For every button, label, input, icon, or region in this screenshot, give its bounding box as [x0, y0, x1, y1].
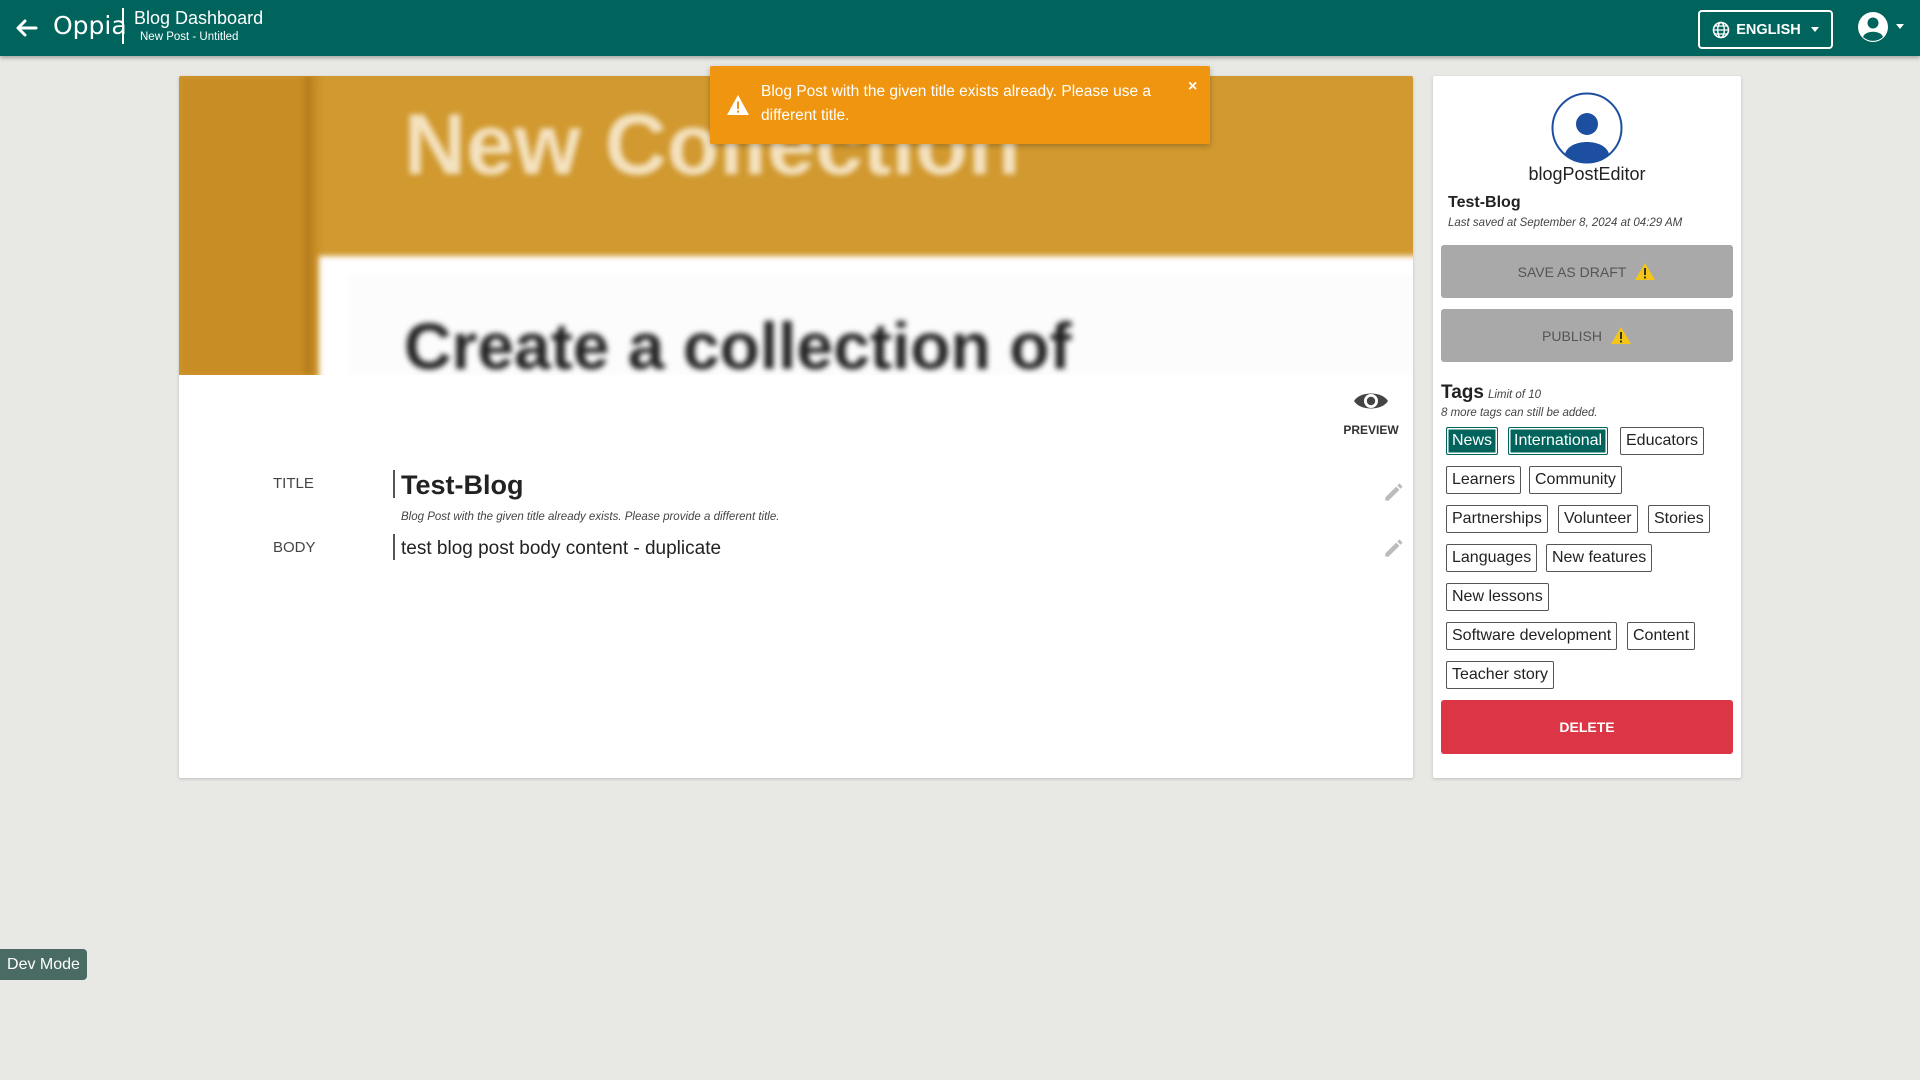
warning-icon: [727, 95, 749, 115]
warning-toast: Blog Post with the given title exists al…: [710, 66, 1210, 144]
blog-editor-card: New Collection Create a collection of PR…: [179, 76, 1413, 778]
preview-label: PREVIEW: [1343, 423, 1399, 437]
user-avatar-icon: [1858, 12, 1888, 42]
tag-chip[interactable]: International: [1508, 427, 1609, 455]
dev-mode-badge: Dev Mode: [0, 949, 87, 980]
tag-chip[interactable]: New features: [1546, 544, 1653, 572]
divider: [393, 470, 395, 498]
tag-chip[interactable]: News: [1446, 427, 1499, 455]
page-title: Blog Dashboard: [134, 8, 264, 28]
title-field[interactable]: Test-Blog: [401, 470, 524, 501]
toast-message: Blog Post with the given title exists al…: [761, 83, 1152, 124]
tag-chip[interactable]: Content: [1627, 622, 1696, 650]
tag-chip[interactable]: Community: [1529, 466, 1622, 494]
tags-heading: Tags Limit of 10: [1441, 382, 1541, 403]
body-label: BODY: [273, 539, 316, 556]
title-label: TITLE: [273, 475, 314, 492]
author-name: blogPostEditor: [1528, 164, 1646, 184]
preview-button[interactable]: PREVIEW: [1331, 388, 1411, 448]
tag-chip[interactable]: Educators: [1620, 427, 1705, 455]
chevron-down-icon: [1896, 24, 1904, 29]
oppia-logo[interactable]: Oppia: [53, 11, 127, 41]
warning-icon: [1635, 263, 1656, 280]
warning-icon: [1610, 327, 1631, 344]
back-arrow-icon[interactable]: [12, 14, 42, 42]
title-error-message: Blog Post with the given title already e…: [401, 511, 780, 523]
divider: [393, 534, 395, 560]
tag-chip[interactable]: Stories: [1648, 505, 1710, 533]
tag-chip[interactable]: Software development: [1446, 622, 1618, 650]
tags-limit: Limit of 10: [1487, 389, 1541, 401]
tag-chip[interactable]: Learners: [1446, 466, 1522, 494]
page-subtitle: New Post - Untitled: [140, 31, 239, 43]
publish-label: PUBLISH: [1542, 327, 1602, 344]
save-as-draft-button[interactable]: SAVE AS DRAFT: [1441, 245, 1733, 298]
user-menu[interactable]: [1858, 12, 1904, 42]
tags-remaining-text: 8 more tags can still be added.: [1441, 407, 1598, 419]
tag-chip[interactable]: Volunteer: [1558, 505, 1638, 533]
thumbnail-text: Create a collection of: [404, 309, 1072, 375]
eye-icon: [1354, 393, 1388, 409]
top-navbar: Oppia Blog Dashboard New Post - Untitled…: [0, 0, 1920, 56]
divider: [122, 8, 124, 44]
language-label: ENGLISH: [1736, 21, 1801, 38]
post-settings-card: blogPostEditor Test-Blog Last saved at S…: [1433, 76, 1741, 778]
author-avatar-icon: [1551, 92, 1623, 164]
pencil-icon[interactable]: [1381, 479, 1407, 505]
tag-chip[interactable]: New lessons: [1446, 583, 1549, 611]
body-field[interactable]: test blog post body content - duplicate: [401, 538, 721, 560]
tag-chip[interactable]: Languages: [1446, 544, 1538, 572]
delete-button[interactable]: DELETE: [1441, 700, 1733, 754]
tag-chip[interactable]: Partnerships: [1446, 505, 1548, 533]
tag-chip[interactable]: Teacher story: [1446, 661, 1555, 689]
language-selector[interactable]: ENGLISH: [1698, 10, 1833, 49]
pencil-icon[interactable]: [1381, 535, 1407, 561]
publish-button[interactable]: PUBLISH: [1441, 309, 1733, 362]
chevron-down-icon: [1810, 27, 1819, 32]
globe-icon: [1712, 21, 1730, 38]
close-icon[interactable]: ×: [1188, 78, 1197, 96]
last-saved-text: Last saved at September 8, 2024 at 04:29…: [1448, 217, 1683, 229]
post-title: Test-Blog: [1448, 194, 1521, 211]
save-draft-label: SAVE AS DRAFT: [1517, 263, 1627, 280]
